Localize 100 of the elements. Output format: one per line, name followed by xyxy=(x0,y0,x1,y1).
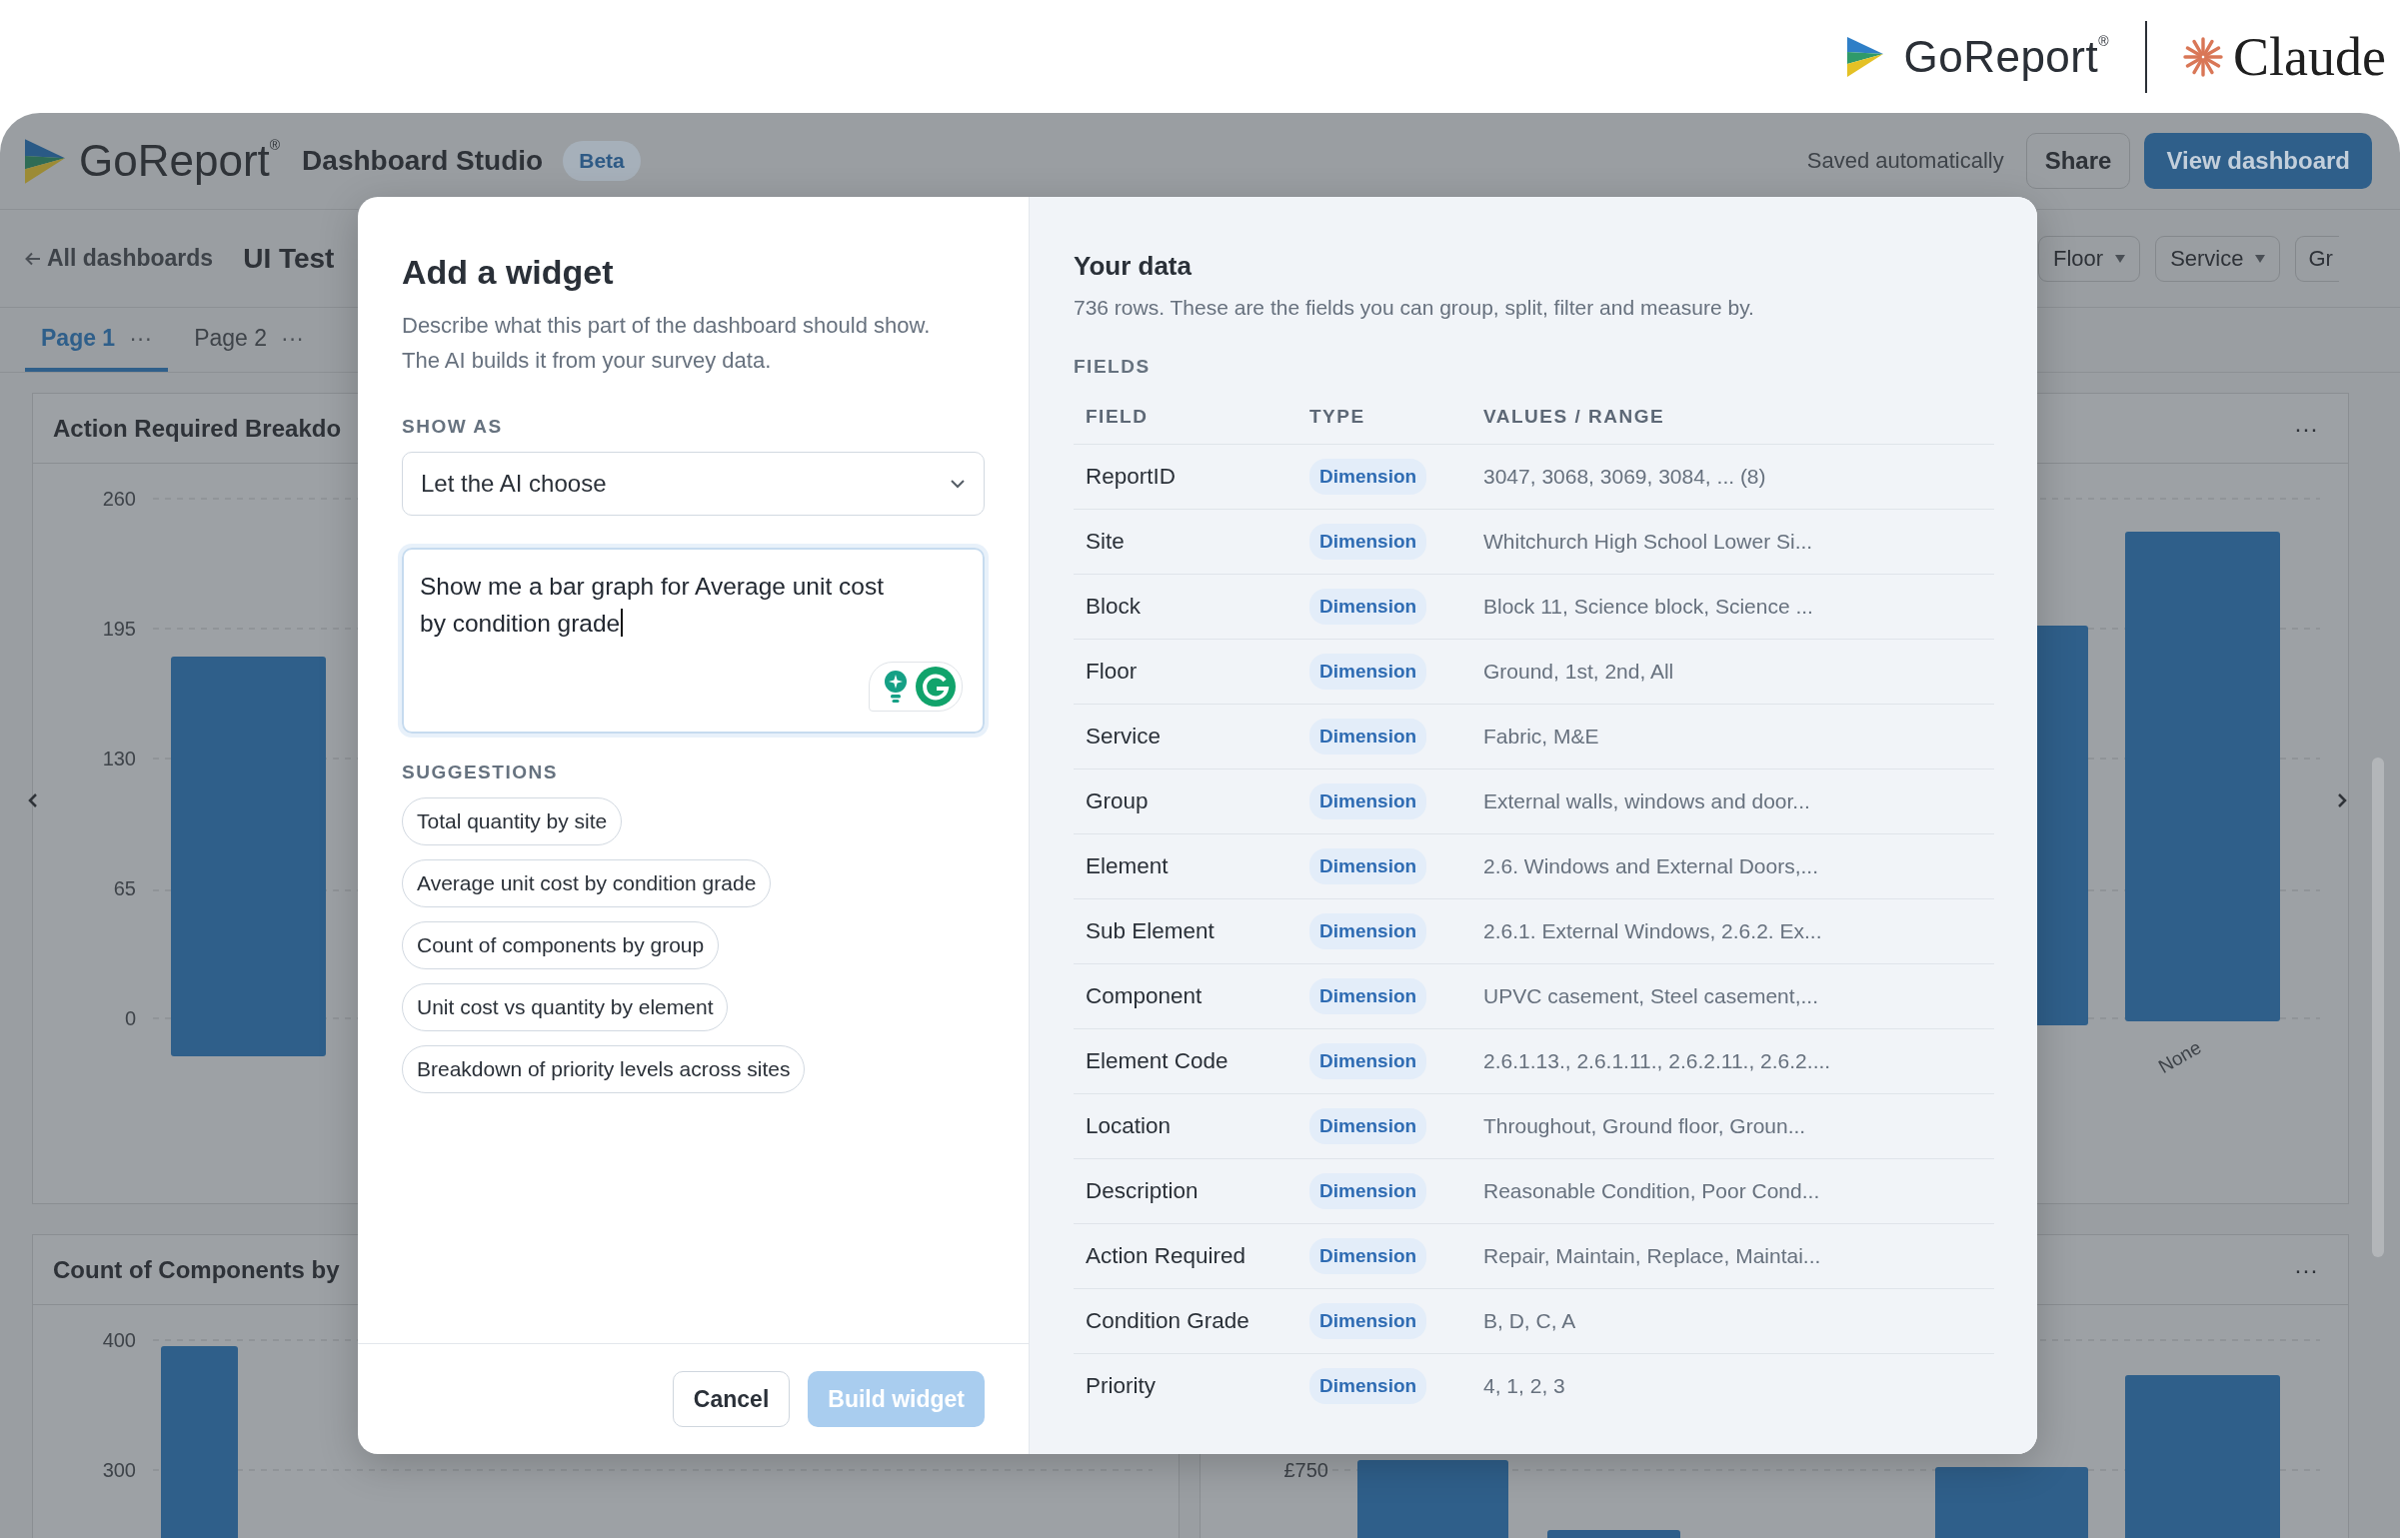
suggestion-chip[interactable]: Breakdown of priority levels across sites xyxy=(402,1045,806,1093)
field-name-cell: Sub Element xyxy=(1074,898,1297,964)
axis-label: 0 xyxy=(124,1007,136,1029)
goreport-logo-icon xyxy=(1847,36,1884,77)
more-menu-button[interactable]: ··· xyxy=(2284,414,2328,443)
type-badge: Dimension xyxy=(1309,654,1427,690)
app-logo-text: GoReport$^{®}$ xyxy=(79,136,281,186)
type-badge: Dimension xyxy=(1309,1108,1427,1144)
section-label: FIELDS xyxy=(1074,356,1152,378)
axis-label: 130 xyxy=(102,748,136,769)
type-badge: Dimension xyxy=(1309,978,1427,1014)
values-cell: Ground, 1st, 2nd, All xyxy=(1471,639,1994,705)
axis-label: £750 xyxy=(1283,1459,1328,1481)
type-badge: Dimension xyxy=(1309,719,1427,755)
filter-dropdown[interactable]: Floor xyxy=(2038,235,2141,282)
column-header: TYPE xyxy=(1297,390,1471,445)
chevron-left-icon[interactable] xyxy=(28,792,38,808)
column-header: VALUES / RANGE xyxy=(1471,390,1994,445)
arrow-left-icon xyxy=(25,251,41,266)
values-cell: Fabric, M&E xyxy=(1471,704,1994,769)
suggestion-chip[interactable]: Count of components by group xyxy=(402,921,720,969)
page-tab[interactable]: Page 2 ··· xyxy=(178,308,321,372)
type-badge: Dimension xyxy=(1309,459,1427,495)
values-cell: 2.6.1.13., 2.6.1.11., 2.6.2.11., 2.6.2.... xyxy=(1471,1028,1994,1094)
dialog-title: Add a widget xyxy=(402,253,615,292)
values-cell: B, D, C, A xyxy=(1471,1288,1994,1354)
scroll-thumb[interactable] xyxy=(2372,758,2384,1257)
field-name-cell: Condition Grade xyxy=(1074,1288,1297,1354)
panel-description: 736 rows. These are the fields you can group, split, filter and measure by. xyxy=(1074,296,1755,320)
field-name-cell: Priority xyxy=(1074,1353,1297,1418)
values-cell: 2.6.1. External Windows, 2.6.2. Ex... xyxy=(1471,898,1994,964)
values-cell: 3047, 3068, 3069, 3084, ... (8) xyxy=(1471,444,1994,510)
axis-label: 300 xyxy=(102,1459,136,1481)
axis-label: 260 xyxy=(102,488,136,510)
suggestion-chip[interactable]: Average unit cost by condition grade xyxy=(402,859,772,907)
type-badge: Dimension xyxy=(1309,524,1427,560)
values-cell: Block 11, Science block, Science ... xyxy=(1471,574,1994,640)
filter-dropdown[interactable]: Gr xyxy=(2295,235,2340,282)
field-name-cell: Element xyxy=(1074,833,1297,899)
back-link[interactable]: All dashboards xyxy=(25,245,214,272)
type-badge: Dimension xyxy=(1309,1238,1427,1274)
type-badge: Dimension xyxy=(1309,848,1427,884)
values-cell: UPVC casement, Steel casement,... xyxy=(1471,963,1994,1029)
goreport-logo-icon xyxy=(25,138,65,184)
values-cell: External walls, windows and door... xyxy=(1471,769,1994,834)
more-menu-button[interactable]: ··· xyxy=(2284,1255,2328,1284)
field-name-cell: Component xyxy=(1074,963,1297,1029)
dialog-description: Describe what this part of the dashboard should show. The AI builds it from your survey data. xyxy=(402,312,932,375)
values-cell: 4, 1, 2, 3 xyxy=(1471,1353,1994,1418)
type-badge: Dimension xyxy=(1309,783,1427,819)
field-name-cell: Floor xyxy=(1074,639,1297,705)
suggestion-chip[interactable]: Unit cost vs quantity by element xyxy=(402,983,729,1031)
field-name-cell: Action Required xyxy=(1074,1223,1297,1289)
type-badge: Dimension xyxy=(1309,1368,1427,1404)
field-name-cell: Service xyxy=(1074,704,1297,769)
field-name-cell: Element Code xyxy=(1074,1028,1297,1094)
circular-logo-icon xyxy=(916,667,956,707)
section-label: SUGGESTIONS xyxy=(402,762,559,783)
writing-assistant-badge[interactable] xyxy=(869,662,963,712)
axis-label: 65 xyxy=(113,877,136,899)
field-name-cell: Location xyxy=(1074,1093,1297,1159)
column-header: FIELD xyxy=(1074,390,1297,445)
widget-title: Count of Components by xyxy=(53,1255,340,1284)
save-status: Saved automatically xyxy=(1806,148,2004,174)
dashboard-name: UI Test xyxy=(243,242,335,275)
axis-label: 400 xyxy=(102,1329,136,1351)
values-cell: Reasonable Condition, Poor Cond... xyxy=(1471,1158,1994,1224)
app-title: Dashboard Studio xyxy=(302,145,544,177)
cancel-button[interactable]: Cancel xyxy=(672,1371,791,1427)
field-name-cell: ReportID xyxy=(1074,444,1297,510)
suggestion-chip[interactable]: Total quantity by site xyxy=(402,797,623,845)
type-badge: Dimension xyxy=(1309,913,1427,949)
burst-logo-icon xyxy=(2183,36,2224,77)
share-button[interactable]: Share xyxy=(2025,133,2131,189)
chevron-down-icon xyxy=(950,479,966,489)
field-name-cell: Block xyxy=(1074,574,1297,640)
widget-title: Action Required Breakdo xyxy=(53,414,342,443)
type-badge: Dimension xyxy=(1309,1173,1427,1209)
panel-title: Your data xyxy=(1074,251,1193,282)
brand-name: Claude xyxy=(2233,25,2386,88)
type-badge: Dimension xyxy=(1309,1043,1427,1079)
filter-dropdown[interactable]: Service xyxy=(2155,235,2281,282)
field-name-cell: Site xyxy=(1074,509,1297,575)
page-tab[interactable]: Page 1 ··· xyxy=(25,308,169,372)
values-cell: Whitchurch High School Lower Si... xyxy=(1471,509,1994,575)
axis-label: None xyxy=(2154,1036,2205,1077)
lightbulb-icon xyxy=(884,671,908,703)
field-name-cell: Description xyxy=(1074,1158,1297,1224)
chevron-right-icon[interactable] xyxy=(2337,792,2347,808)
values-cell: 2.6. Windows and External Doors,... xyxy=(1471,833,1994,899)
view-dashboard-button[interactable]: View dashboard xyxy=(2144,133,2372,189)
beta-badge: Beta xyxy=(563,141,641,181)
type-badge: Dimension xyxy=(1309,589,1427,625)
field-name-cell: Group xyxy=(1074,769,1297,834)
values-cell: Throughout, Ground floor, Groun... xyxy=(1471,1093,1994,1159)
values-cell: Repair, Maintain, Replace, Maintai... xyxy=(1471,1223,1994,1289)
chart-type-select[interactable]: Let the AI choose xyxy=(402,452,985,516)
axis-label: 195 xyxy=(102,618,136,640)
brand-name: GoReport$^{®}$ xyxy=(1903,31,2110,82)
section-label: SHOW AS xyxy=(402,416,504,438)
